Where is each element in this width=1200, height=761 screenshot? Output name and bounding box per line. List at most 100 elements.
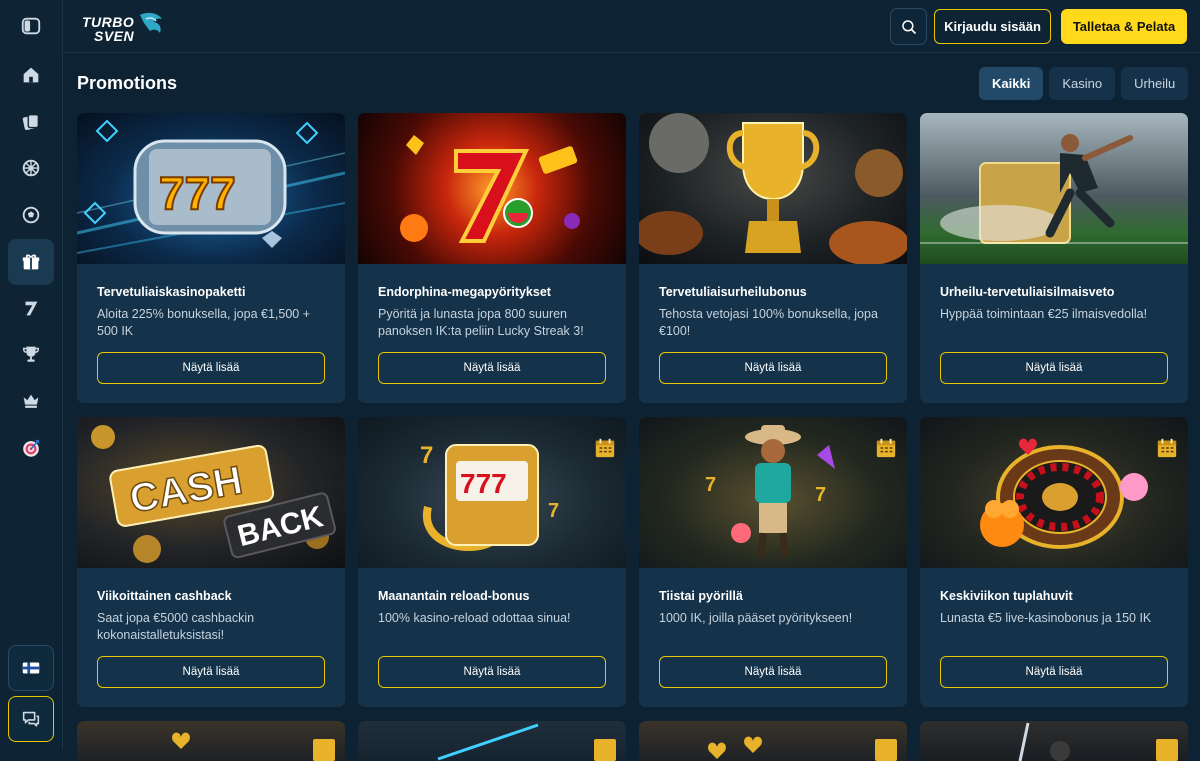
promo-image-endorphina xyxy=(358,113,626,264)
sidebar-item-live-casino[interactable] xyxy=(8,145,54,191)
promo-title: Viikoittainen cashback xyxy=(97,589,232,603)
partial-image xyxy=(437,723,616,761)
calendar-icon xyxy=(595,438,615,458)
cashback-illustration: CASH BACK xyxy=(91,425,336,563)
trophy-illustration xyxy=(639,113,907,264)
promotions-grid: 777 Tervetuliaiskasinopaketti Aloita 225… xyxy=(77,113,1188,707)
slot-reel-illustration: 777 xyxy=(77,119,345,254)
promo-card-partial xyxy=(639,721,907,761)
sidebar-item-vip[interactable] xyxy=(8,378,54,424)
svg-text:777: 777 xyxy=(159,167,236,219)
promo-description: Aloita 225% bonuksella, jopa €1,500 + 50… xyxy=(97,307,311,338)
promo-description: 1000 IK, joilla pääset pyöritykseen! xyxy=(659,611,853,625)
seven-icon xyxy=(25,301,38,316)
cards-icon xyxy=(22,113,40,130)
promo-card-partial xyxy=(77,721,345,761)
sidebar xyxy=(0,0,63,750)
promo-image-trophy xyxy=(639,113,907,264)
crown-icon xyxy=(23,394,39,408)
promo-title: Tervetuliaiskasinopaketti xyxy=(97,285,246,299)
target-icon xyxy=(23,439,40,457)
promo-description: Tehosta vetojasi 100% bonuksella, jopa €… xyxy=(659,307,878,338)
promo-card: Keskiviikon tuplahuvit Lunasta €5 live-k… xyxy=(920,417,1188,707)
show-more-button[interactable]: Näytä lisää xyxy=(97,656,325,688)
roulette-icon xyxy=(22,159,40,177)
promo-description: Hyppää toimintaan €25 ilmaisvedolla! xyxy=(940,307,1148,321)
chat-icon xyxy=(22,711,40,727)
calendar-icon xyxy=(876,438,896,458)
finland-flag-icon xyxy=(22,662,40,674)
tab-all[interactable]: Kaikki xyxy=(979,67,1044,100)
promo-image-reload: 777 7 7 xyxy=(358,417,626,568)
search-button[interactable] xyxy=(890,8,927,45)
show-more-button[interactable]: Näytä lisää xyxy=(97,352,325,384)
partial-image xyxy=(1018,722,1178,761)
calendar-icon xyxy=(594,739,616,761)
promo-card-partial xyxy=(358,721,626,761)
football-player-illustration xyxy=(920,134,1188,244)
chat-button[interactable] xyxy=(8,696,54,742)
roulette-illustration xyxy=(980,438,1148,549)
tab-sports[interactable]: Urheilu xyxy=(1121,67,1189,100)
promo-title: Maanantain reload-bonus xyxy=(378,589,530,603)
logo[interactable]: TURBO SVEN xyxy=(80,9,166,47)
promo-description: 100% kasino-reload odottaa sinua! xyxy=(378,611,571,625)
promo-description: Lunasta €5 live-kasinobonus ja 150 IK xyxy=(940,611,1152,625)
promo-card: Tervetuliaisurheilubonus Tehosta vetojas… xyxy=(639,113,907,403)
show-more-button[interactable]: Näytä lisää xyxy=(378,656,606,688)
svg-text:7: 7 xyxy=(815,484,826,506)
sidebar-item-sports[interactable] xyxy=(8,192,54,238)
sidebar-item-promotions[interactable] xyxy=(8,239,54,285)
promo-title: Endorphina-megapyöritykset xyxy=(378,285,551,299)
svg-text:7: 7 xyxy=(548,500,559,522)
show-more-button[interactable]: Näytä lisää xyxy=(940,656,1168,688)
page-title: Promotions xyxy=(77,73,178,93)
sidebar-item-missions[interactable] xyxy=(8,425,54,471)
promo-description: Saat jopa €5000 cashbackin kokonaistalle… xyxy=(97,611,255,642)
show-more-button[interactable]: Näytä lisää xyxy=(940,352,1168,384)
show-more-button[interactable]: Näytä lisää xyxy=(659,352,887,384)
promo-image-slot-777: 777 xyxy=(77,113,345,264)
promo-card: 7 7 Tiistai pyörillä 1000 IK, joilla pää… xyxy=(639,417,907,707)
sidebar-item-tournaments[interactable] xyxy=(8,331,54,377)
promo-description: Pyöritä ja lunasta jopa 800 suuren panok… xyxy=(378,307,584,338)
sidebar-item-slots[interactable] xyxy=(8,285,54,331)
show-more-button[interactable]: Näytä lisää xyxy=(659,656,887,688)
sidebar-item-casino[interactable] xyxy=(8,99,54,145)
home-icon xyxy=(23,67,39,83)
show-more-button[interactable]: Näytä lisää xyxy=(378,352,606,384)
sidebar-toggle-button[interactable] xyxy=(8,3,54,49)
tab-casino[interactable]: Kasino xyxy=(1049,67,1116,100)
turbo-sven-logo: TURBO SVEN xyxy=(82,12,162,44)
calendar-icon xyxy=(313,739,335,761)
calendar-icon xyxy=(875,739,897,761)
trophy-icon xyxy=(22,346,40,362)
promo-card: 777 7 7 Maanantain reload-bonus 100% kas… xyxy=(358,417,626,707)
deposit-and-play-button[interactable]: Talletaa & Pelata xyxy=(1061,9,1187,44)
promo-image-tuesday-spins: 7 7 xyxy=(639,417,907,568)
promo-card: CASH BACK Viikoittainen cashback Saat jo… xyxy=(77,417,345,707)
svg-text:SVEN: SVEN xyxy=(94,28,135,44)
promotions-next-row xyxy=(77,721,1188,761)
panel-icon xyxy=(21,17,41,35)
sidebar-item-home[interactable] xyxy=(8,52,54,98)
language-button[interactable] xyxy=(8,645,54,691)
promo-image-roulette xyxy=(920,417,1188,568)
promo-card: Endorphina-megapyöritykset Pyöritä ja lu… xyxy=(358,113,626,403)
calendar-icon xyxy=(1156,739,1178,761)
gift-icon xyxy=(22,254,40,270)
lucky-seven-illustration xyxy=(400,135,580,243)
header: TURBO SVEN Kirjaudu sisään Talletaa & Pe… xyxy=(63,0,1200,53)
promo-title: Tiistai pyörillä xyxy=(659,589,743,603)
promo-image-football-player xyxy=(920,113,1188,264)
search-icon xyxy=(901,19,916,34)
promo-image-cashback: CASH BACK xyxy=(77,417,345,568)
promo-title: Urheilu-tervetuliaisilmaisveto xyxy=(940,285,1115,299)
promo-title: Keskiviikon tuplahuvit xyxy=(940,589,1073,603)
promo-card: 777 Tervetuliaiskasinopaketti Aloita 225… xyxy=(77,113,345,403)
promo-title: Tervetuliaisurheilubonus xyxy=(659,285,807,299)
partial-image xyxy=(172,732,335,761)
calendar-icon xyxy=(1157,438,1177,458)
login-button[interactable]: Kirjaudu sisään xyxy=(934,9,1051,44)
svg-text:777: 777 xyxy=(460,468,507,499)
